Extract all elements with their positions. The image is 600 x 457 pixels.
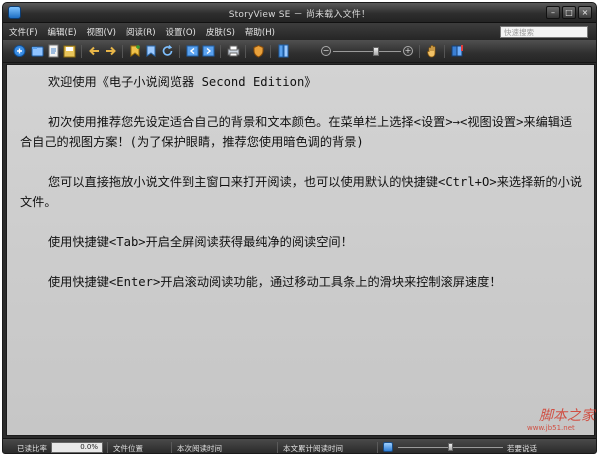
toolbar-separator — [245, 45, 246, 58]
next-page-icon[interactable] — [202, 44, 215, 58]
refresh-icon[interactable] — [161, 44, 174, 58]
speed-label: 若要说话 — [507, 444, 537, 453]
toolbar-separator — [419, 45, 420, 58]
window-controls: – □ × — [546, 6, 592, 19]
toolbar-separator — [220, 45, 221, 58]
title-bar[interactable]: StoryView SE － 尚未载入文件！ – □ × — [3, 3, 596, 23]
quick-search-input[interactable]: 快速搜索 — [500, 26, 588, 38]
open-folder-icon[interactable] — [31, 44, 44, 58]
toolbar: − + — [3, 40, 596, 63]
menu-edit[interactable]: 编辑(E) — [46, 26, 79, 38]
status-separator — [377, 442, 378, 453]
content-paragraph: 使用快捷键<Tab>开启全屏阅读获得最纯净的阅读空间！ — [48, 235, 353, 249]
hand-icon[interactable] — [426, 44, 439, 58]
app-window: StoryView SE － 尚未载入文件！ – □ × 文件(F) 编辑(E)… — [2, 2, 597, 454]
menu-view[interactable]: 视图(V) — [85, 26, 118, 38]
read-ratio-value: 0.0% — [80, 443, 98, 451]
menu-skin[interactable]: 皮肤(S) — [204, 26, 237, 38]
menu-read[interactable]: 阅读(R) — [124, 26, 158, 38]
watermark-text: 脚本之家 — [539, 408, 595, 424]
read-progress-bar: 0.0% — [51, 442, 103, 453]
bookmark-add-icon[interactable] — [129, 44, 142, 58]
total-time-label: 本文累计阅读时间 — [283, 444, 343, 453]
menu-bar: 文件(F) 编辑(E) 视图(V) 阅读(R) 设置(O) 皮肤(S) 帮助(H… — [3, 23, 596, 40]
bookmark-icon[interactable] — [145, 44, 158, 58]
status-separator — [277, 442, 278, 453]
close-button[interactable]: × — [578, 6, 592, 19]
toolbar-separator — [179, 45, 180, 58]
zoom-thumb[interactable] — [373, 47, 379, 56]
scroll-speed-thumb[interactable] — [448, 443, 453, 451]
watermark-url: www.jb51.net — [527, 424, 575, 432]
content-paragraph: 您可以直接拖放小说文件到主窗口来打开阅读，也可以使用默认的快捷键<Ctrl+O>… — [20, 175, 583, 209]
status-separator — [171, 442, 172, 453]
forward-icon[interactable] — [104, 44, 117, 58]
zoom-track[interactable] — [333, 51, 401, 52]
toolbar-separator — [270, 45, 271, 58]
content-paragraph: 初次使用推荐您先设定适合自己的背景和文本颜色。在菜单栏上选择<设置>→<视图设置… — [20, 115, 573, 149]
print-icon[interactable] — [227, 44, 240, 58]
column-icon[interactable] — [277, 44, 290, 58]
app-logo-icon[interactable] — [13, 44, 26, 58]
read-ratio-label: 已读比率 — [17, 444, 47, 453]
minimize-button[interactable]: – — [546, 6, 560, 19]
menu-file[interactable]: 文件(F) — [7, 26, 40, 38]
back-icon[interactable] — [88, 44, 101, 58]
zoom-out-button[interactable]: − — [321, 46, 331, 56]
menu-help[interactable]: 帮助(H) — [243, 26, 277, 38]
content-paragraph: 使用快捷键<Enter>开启滚动阅读功能，通过移动工具条上的滑块来控制滚屏速度！ — [48, 275, 502, 289]
session-time-label: 本次阅读时间 — [177, 444, 222, 453]
menu-settings[interactable]: 设置(O) — [164, 26, 198, 38]
reading-pane[interactable]: 欢迎使用《电子小说阅览器 Second Edition》 初次使用推荐您先设定适… — [6, 64, 595, 436]
shield-icon[interactable] — [252, 44, 265, 58]
toolbar-separator — [81, 45, 82, 58]
book-icon[interactable] — [451, 44, 464, 58]
status-bar: 已读比率 0.0% 文件位置 本次阅读时间 本文累计阅读时间 若要说话 — [3, 438, 596, 453]
scroll-speed-icon[interactable] — [383, 442, 393, 452]
zoom-slider[interactable]: − + — [321, 46, 413, 57]
zoom-in-button[interactable]: + — [403, 46, 413, 56]
window-title: StoryView SE － 尚未载入文件！ — [228, 10, 371, 20]
toolbar-separator — [122, 45, 123, 58]
content-paragraph: 欢迎使用《电子小说阅览器 Second Edition》 — [48, 75, 317, 89]
status-separator — [107, 442, 108, 453]
prev-page-icon[interactable] — [186, 44, 199, 58]
recent-file-icon[interactable] — [47, 44, 60, 58]
maximize-button[interactable]: □ — [562, 6, 576, 19]
file-position-label: 文件位置 — [113, 444, 143, 453]
save-icon[interactable] — [63, 44, 76, 58]
toolbar-separator — [444, 45, 445, 58]
main-menu: 文件(F) 编辑(E) 视图(V) 阅读(R) 设置(O) 皮肤(S) 帮助(H… — [7, 26, 277, 38]
